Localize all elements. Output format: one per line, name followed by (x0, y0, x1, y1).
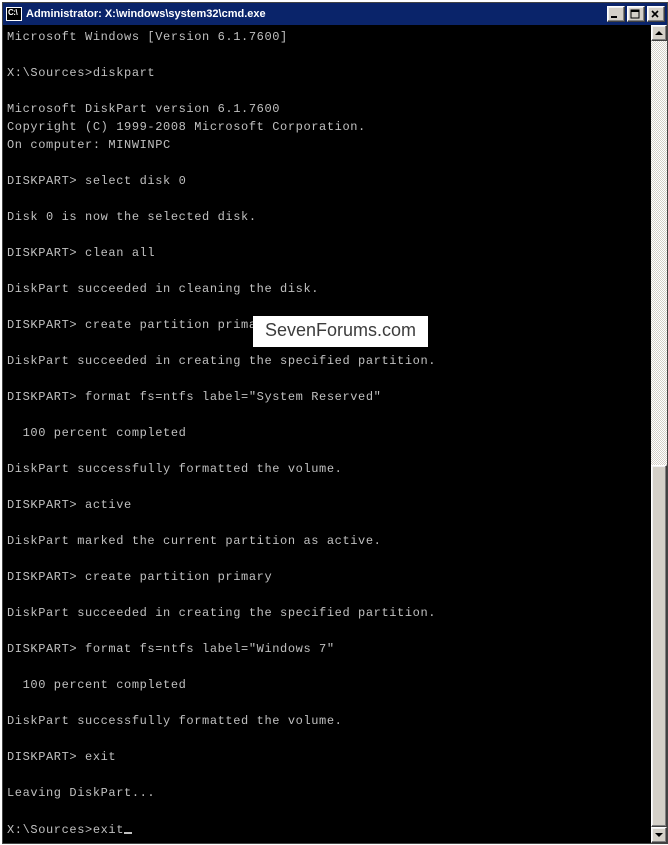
terminal-line (7, 694, 647, 712)
terminal-line: Disk 0 is now the selected disk. (7, 208, 647, 226)
terminal-line: 100 percent completed (7, 676, 647, 694)
terminal-line (7, 46, 647, 64)
terminal-line: Microsoft DiskPart version 6.1.7600 (7, 100, 647, 118)
terminal-line: 100 percent completed (7, 424, 647, 442)
scroll-thumb[interactable] (651, 465, 667, 827)
chevron-down-icon (655, 833, 663, 837)
terminal-line (7, 478, 647, 496)
maximize-icon (630, 9, 640, 19)
terminal-line (7, 766, 647, 784)
window-controls (605, 4, 667, 24)
terminal-line: DiskPart succeeded in creating the speci… (7, 352, 647, 370)
cmd-window: C:\ Administrator: X:\windows\system32\c… (2, 2, 668, 844)
close-icon (650, 9, 660, 19)
maximize-button[interactable] (627, 6, 645, 22)
terminal-line: DISKPART> create partition primary (7, 568, 647, 586)
watermark-overlay: SevenForums.com (253, 316, 428, 347)
terminal-line: DiskPart marked the current partition as… (7, 532, 647, 550)
terminal-line: Microsoft Windows [Version 6.1.7600] (7, 28, 647, 46)
close-button[interactable] (647, 6, 665, 22)
terminal-line: DiskPart succeeded in creating the speci… (7, 604, 647, 622)
terminal-output[interactable]: Microsoft Windows [Version 6.1.7600] X:\… (3, 26, 651, 843)
terminal-line: On computer: MINWINPC (7, 136, 647, 154)
terminal-line: DISKPART> clean all (7, 244, 647, 262)
terminal-line (7, 586, 647, 604)
terminal-line: X:\Sources>exit (7, 820, 647, 839)
terminal-line: DiskPart successfully formatted the volu… (7, 712, 647, 730)
titlebar[interactable]: C:\ Administrator: X:\windows\system32\c… (3, 3, 667, 26)
terminal-line: DISKPART> exit (7, 748, 647, 766)
minimize-button[interactable] (607, 6, 625, 22)
terminal-line (7, 190, 647, 208)
window-title: Administrator: X:\windows\system32\cmd.e… (26, 8, 605, 20)
terminal-line (7, 802, 647, 820)
scroll-down-button[interactable] (651, 827, 667, 843)
terminal-line (7, 658, 647, 676)
terminal-line: DISKPART> active (7, 496, 647, 514)
vertical-scrollbar[interactable] (651, 25, 667, 843)
terminal-line: Leaving DiskPart... (7, 784, 647, 802)
terminal-line: Copyright (C) 1999-2008 Microsoft Corpor… (7, 118, 647, 136)
app-icon: C:\ (6, 7, 22, 21)
terminal-line (7, 622, 647, 640)
terminal-line (7, 154, 647, 172)
terminal-line (7, 442, 647, 460)
terminal-line (7, 370, 647, 388)
minimize-icon (610, 9, 620, 19)
terminal-line (7, 514, 647, 532)
scroll-track[interactable] (651, 41, 667, 827)
terminal-line: DISKPART> format fs=ntfs label="Windows … (7, 640, 647, 658)
cursor (124, 820, 132, 834)
terminal-line (7, 550, 647, 568)
terminal-line (7, 262, 647, 280)
terminal-line: X:\Sources>diskpart (7, 64, 647, 82)
terminal-line: DiskPart successfully formatted the volu… (7, 460, 647, 478)
terminal-line (7, 730, 647, 748)
terminal-line (7, 82, 647, 100)
terminal-line: DISKPART> select disk 0 (7, 172, 647, 190)
terminal-line (7, 298, 647, 316)
chevron-up-icon (655, 31, 663, 35)
terminal-line (7, 226, 647, 244)
terminal-line: DiskPart succeeded in cleaning the disk. (7, 280, 647, 298)
terminal-line (7, 406, 647, 424)
terminal-line: DISKPART> format fs=ntfs label="System R… (7, 388, 647, 406)
scroll-up-button[interactable] (651, 25, 667, 41)
